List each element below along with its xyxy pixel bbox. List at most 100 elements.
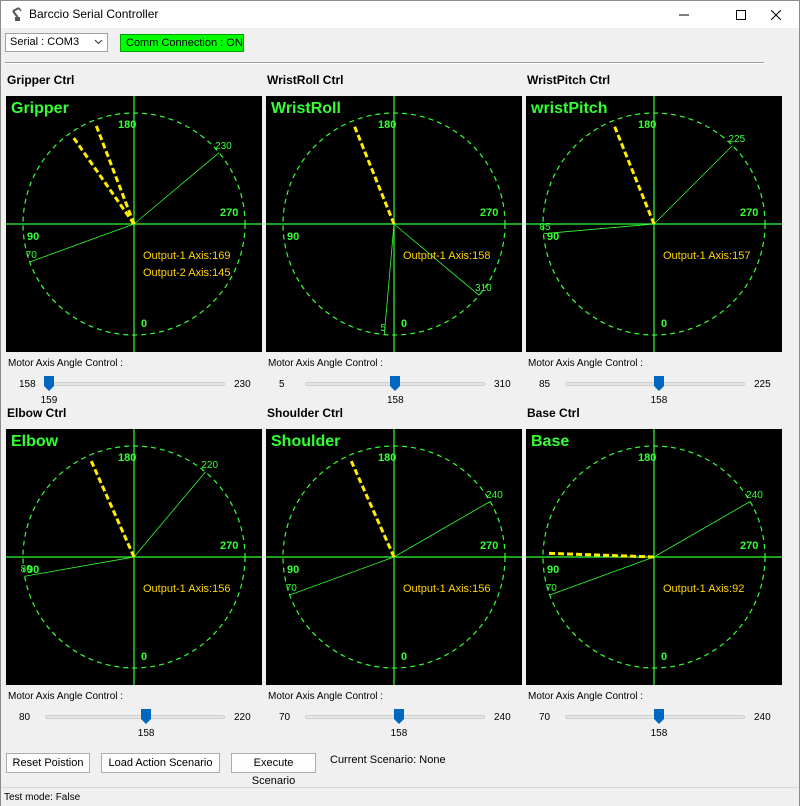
label-90: 90 xyxy=(27,231,40,243)
label-180: 180 xyxy=(638,119,657,131)
angle-scope: Gripper 180 90 270 0 70 230 Output-1 Axis:169 Ou… xyxy=(6,96,262,352)
panel-title: Elbow Ctrl xyxy=(7,406,67,420)
range-max-label: 220 xyxy=(201,459,219,471)
panel-title: Gripper Ctrl xyxy=(7,73,75,87)
title-bar[interactable]: Barccio Serial Controller xyxy=(1,1,799,28)
slider-thumb[interactable] xyxy=(140,709,151,724)
maximize-icon xyxy=(736,9,746,20)
close-icon xyxy=(771,9,781,20)
output-axis-reading: Output-1 Axis:156 xyxy=(143,583,231,595)
range-min-line xyxy=(383,223,395,335)
label-270: 270 xyxy=(740,207,759,219)
motor-angle-label: Motor Axis Angle Control : xyxy=(528,358,644,369)
output-axis-reading: Output-1 Axis:92 xyxy=(663,583,745,595)
comm-status-badge: Comm Connection : ON xyxy=(120,34,244,52)
panel-title: WristPitch Ctrl xyxy=(527,73,611,87)
label-180: 180 xyxy=(378,119,397,131)
slider-thumb[interactable] xyxy=(390,376,400,391)
angle-scope: Elbow 180 90 270 0 80 220 Output-1 Axis:156 xyxy=(6,429,262,685)
angle-slider-track[interactable] xyxy=(45,382,225,386)
angle-scope: wristPitch 180 90 270 0 85 225 Output-1 Axis:15… xyxy=(526,96,782,352)
angle-scope: Shoulder 180 90 270 0 70 240 Output-1 Axis:156 xyxy=(266,429,522,685)
range-min-line xyxy=(29,223,135,263)
label-0: 0 xyxy=(401,318,408,330)
range-min-label: 85 xyxy=(539,221,551,233)
toolbar-divider xyxy=(5,62,764,64)
label-90: 90 xyxy=(547,564,560,576)
output-axis-reading: Output-1 Axis:157 xyxy=(663,250,751,262)
range-min-label: 5 xyxy=(380,322,386,334)
execute-scenario-button[interactable]: Execute Scenario xyxy=(231,753,316,787)
range-max-label: 240 xyxy=(486,489,503,501)
slider-thumb-shape xyxy=(43,376,54,391)
label-180: 180 xyxy=(118,119,137,131)
slider-value-label: 158 xyxy=(390,728,408,739)
slider-value-label: 158 xyxy=(137,728,155,739)
range-max-line xyxy=(653,145,733,225)
panel-title: Base Ctrl xyxy=(527,406,580,420)
output-axis-reading: Output-1 Axis:156 xyxy=(403,583,491,595)
label-90: 90 xyxy=(287,231,300,243)
app-window: Barccio Serial Controller Serial : COM3 … xyxy=(0,0,800,806)
label-270: 270 xyxy=(480,207,499,219)
slider-min-label: 80 xyxy=(19,712,31,723)
test-mode-status: Test mode: False xyxy=(4,792,81,803)
chevron-down-icon xyxy=(94,39,103,45)
slider-thumb[interactable] xyxy=(653,376,664,391)
slider-value-label: 158 xyxy=(650,395,668,406)
slider-thumb[interactable] xyxy=(653,709,664,724)
range-min-label: 70 xyxy=(285,582,297,594)
range-min-label: 70 xyxy=(545,582,557,594)
motor-angle-label: Motor Axis Angle Control : xyxy=(268,358,384,369)
range-min-label: 70 xyxy=(25,249,37,261)
scope-canvas xyxy=(6,429,262,685)
motor-angle-label: Motor Axis Angle Control : xyxy=(8,358,124,369)
slider-thumb[interactable] xyxy=(43,376,54,391)
minimize-button[interactable] xyxy=(661,1,707,28)
current-scenario-label: Current Scenario: None xyxy=(330,754,446,766)
load-scenario-button[interactable]: Load Action Scenario xyxy=(101,753,220,773)
slider-value-label: 159 xyxy=(40,395,58,406)
window-title: Barccio Serial Controller xyxy=(29,7,159,21)
output-axis-reading: Output-1 Axis:169 xyxy=(143,250,231,262)
angle-pointer-1 xyxy=(94,125,136,225)
label-0: 0 xyxy=(661,318,668,330)
range-max-label: 225 xyxy=(728,133,746,145)
scope-name: Base xyxy=(531,433,570,450)
label-180: 180 xyxy=(118,452,137,464)
range-min-line xyxy=(24,556,135,577)
angle-slider-track[interactable] xyxy=(45,715,225,719)
slider-thumb-shape xyxy=(390,376,400,391)
label-270: 270 xyxy=(220,207,239,219)
scope-name: Shoulder xyxy=(271,433,341,450)
scope-canvas xyxy=(6,96,262,352)
motor-angle-label: Motor Axis Angle Control : xyxy=(528,691,644,702)
range-min-line xyxy=(289,556,395,596)
scope-canvas xyxy=(266,96,522,352)
label-90: 90 xyxy=(547,231,560,243)
label-270: 270 xyxy=(480,540,499,552)
scope-name: WristRoll xyxy=(271,100,341,117)
slider-max-label: 230 xyxy=(234,379,251,390)
angle-pointer-1 xyxy=(89,460,136,558)
close-button[interactable] xyxy=(753,1,799,28)
panel-title: Shoulder Ctrl xyxy=(267,406,344,420)
slider-min-label: 70 xyxy=(279,712,291,723)
range-max-line xyxy=(393,501,491,558)
range-max-label: 310 xyxy=(475,283,492,295)
reset-position-button[interactable]: Reset Poistion xyxy=(6,753,90,773)
robot-arm-icon xyxy=(12,7,22,21)
serial-port-value: Serial : COM3 xyxy=(10,36,80,48)
label-90: 90 xyxy=(287,564,300,576)
slider-thumb-shape xyxy=(393,709,404,724)
serial-port-select[interactable]: Serial : COM3 xyxy=(5,33,108,52)
label-180: 180 xyxy=(638,452,657,464)
slider-thumb[interactable] xyxy=(393,709,404,724)
angle-pointer-1 xyxy=(353,125,396,225)
angle-scope: Base 180 90 270 0 70 240 Output-1 Axis:92 xyxy=(526,429,782,685)
slider-max-label: 310 xyxy=(494,379,511,390)
label-270: 270 xyxy=(740,540,759,552)
scope-name: Gripper xyxy=(11,100,69,117)
output-axis-reading: Output-1 Axis:158 xyxy=(403,250,491,262)
angle-pointer-2 xyxy=(72,136,136,225)
